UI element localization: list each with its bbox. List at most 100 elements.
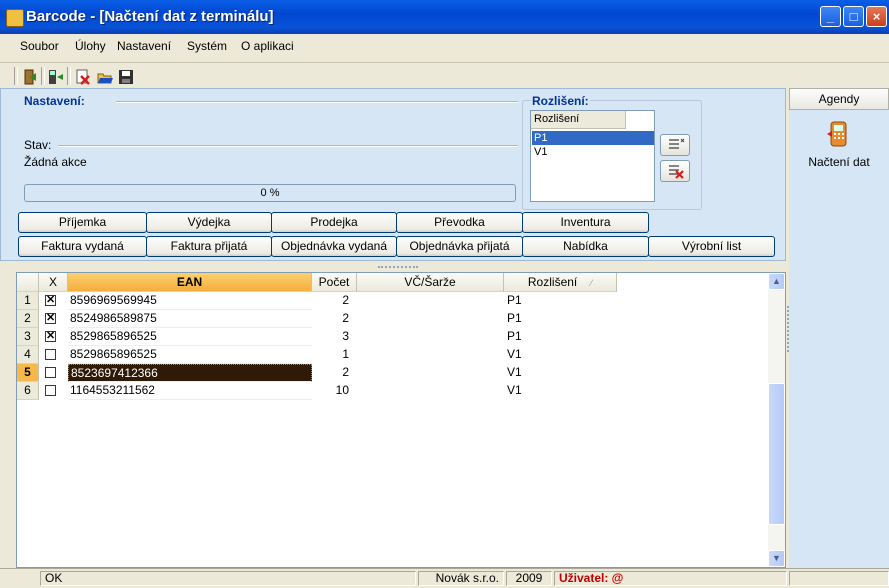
inventura-button[interactable]: Inventura bbox=[522, 212, 649, 233]
table-row[interactable]: 4 8529865896525 1 V1 bbox=[17, 346, 769, 364]
table-row[interactable]: 3 ✕ 8529865896525 3 P1 bbox=[17, 328, 769, 346]
cell-sarze[interactable] bbox=[357, 364, 504, 382]
cell-sarze[interactable] bbox=[357, 346, 504, 364]
splitter[interactable] bbox=[0, 261, 786, 272]
objednavka-vydana-button[interactable]: Objednávka vydaná bbox=[271, 236, 397, 257]
import-button[interactable] bbox=[46, 67, 66, 87]
nacteni-dat-label[interactable]: Načtení dat bbox=[789, 155, 889, 169]
delete-button[interactable] bbox=[73, 67, 93, 87]
rozliseni-add-button[interactable] bbox=[660, 134, 690, 156]
grid-header-sarze[interactable]: VČ/Šarže bbox=[357, 273, 504, 292]
menu-system[interactable]: Systém bbox=[187, 39, 227, 53]
table-row[interactable]: 1 ✕ 8596969569945 2 P1 bbox=[17, 292, 769, 310]
cell-ean[interactable]: 1164553211562 bbox=[68, 382, 312, 400]
rozliseni-item[interactable]: V1 bbox=[532, 145, 654, 159]
cell-rozliseni[interactable]: V1 bbox=[504, 346, 617, 364]
rozliseni-remove-button[interactable] bbox=[660, 160, 690, 182]
progress-text: 0 % bbox=[260, 187, 280, 199]
cell-rozliseni[interactable]: V1 bbox=[504, 382, 617, 400]
cell-sarze[interactable] bbox=[357, 292, 504, 310]
progress-bar: 0 % bbox=[24, 184, 516, 202]
cell-rozliseni[interactable]: V1 bbox=[504, 364, 617, 382]
row-number[interactable]: 5 bbox=[17, 364, 39, 382]
vydejka-button[interactable]: Výdejka bbox=[146, 212, 272, 233]
cell-pocet[interactable]: 2 bbox=[312, 310, 357, 328]
menu-soubor[interactable]: Soubor bbox=[20, 39, 59, 53]
objednavka-prijata-button[interactable]: Objednávka přijatá bbox=[396, 236, 523, 257]
cell-rozliseni[interactable]: P1 bbox=[504, 328, 617, 346]
save-button[interactable] bbox=[116, 67, 136, 87]
row-number[interactable]: 2 bbox=[17, 310, 39, 328]
stav-value: Žádná akce bbox=[24, 155, 87, 169]
data-grid[interactable]: X EAN Počet VČ/Šarže Rozlišení ⁄ 1 ✕ 85969… bbox=[16, 272, 786, 568]
menu-ulohy[interactable]: Úlohy bbox=[75, 39, 106, 53]
open-button[interactable] bbox=[95, 67, 115, 87]
cell-sarze[interactable] bbox=[357, 328, 504, 346]
cell-pocet[interactable]: 2 bbox=[312, 292, 357, 310]
status-extra bbox=[789, 571, 889, 586]
cell-ean[interactable]: 8529865896525 bbox=[68, 346, 312, 364]
cell-rozliseni[interactable]: P1 bbox=[504, 292, 617, 310]
table-row[interactable]: 5 8523697412366 2 V1 bbox=[17, 364, 769, 382]
cell-pocet[interactable]: 2 bbox=[312, 364, 357, 382]
grid-header-x[interactable]: X bbox=[39, 273, 68, 292]
rozliseni-list[interactable]: Rozlišení P1 V1 bbox=[530, 110, 655, 202]
cell-rozliseni[interactable]: P1 bbox=[504, 310, 617, 328]
prijemka-button[interactable]: Příjemka bbox=[18, 212, 147, 233]
list-add-icon bbox=[669, 138, 685, 149]
toolbar bbox=[0, 62, 889, 89]
scroll-down-button[interactable]: ▼ bbox=[768, 550, 785, 567]
nacteni-dat-icon[interactable] bbox=[827, 121, 849, 150]
table-row[interactable]: 6 1164553211562 10 V1 bbox=[17, 382, 769, 400]
grid-header-ean[interactable]: EAN bbox=[68, 273, 312, 292]
scroll-up-button[interactable]: ▲ bbox=[768, 273, 785, 290]
cell-pocet[interactable]: 10 bbox=[312, 382, 357, 400]
divider bbox=[116, 101, 518, 103]
cell-pocet[interactable]: 1 bbox=[312, 346, 357, 364]
stav-label: Stav: bbox=[24, 138, 52, 152]
vyrobni-list-button[interactable]: Výrobní list bbox=[648, 236, 775, 257]
row-checkbox[interactable] bbox=[45, 385, 56, 396]
toolbar-separator bbox=[67, 67, 71, 85]
row-checkbox[interactable]: ✕ bbox=[45, 331, 56, 342]
grid-vertical-scrollbar[interactable]: ▲ ▼ bbox=[768, 273, 785, 567]
row-number[interactable]: 4 bbox=[17, 346, 39, 364]
exit-button[interactable] bbox=[20, 67, 40, 87]
row-checkbox[interactable]: ✕ bbox=[45, 295, 56, 306]
minimize-button[interactable]: _ bbox=[820, 6, 841, 27]
rozliseni-list-header[interactable]: Rozlišení bbox=[531, 111, 626, 129]
row-number[interactable]: 1 bbox=[17, 292, 39, 310]
checkmark-icon: ✕ bbox=[46, 294, 56, 306]
toolbar-separator bbox=[14, 67, 18, 85]
cell-sarze[interactable] bbox=[357, 310, 504, 328]
maximize-icon: □ bbox=[849, 9, 858, 24]
cell-sarze[interactable] bbox=[357, 382, 504, 400]
maximize-button[interactable]: □ bbox=[843, 6, 864, 27]
nabidka-button[interactable]: Nabídka bbox=[522, 236, 649, 257]
close-button[interactable]: × bbox=[866, 6, 887, 27]
grid-header-pocet[interactable]: Počet bbox=[312, 273, 357, 292]
title-bar[interactable]: Barcode - [Načtení dat z terminálu] _ □ … bbox=[0, 0, 889, 34]
prodejka-button[interactable]: Prodejka bbox=[271, 212, 397, 233]
grid-header-rozliseni[interactable]: Rozlišení ⁄ bbox=[504, 273, 617, 292]
cell-ean[interactable]: 8523697412366 bbox=[68, 364, 312, 382]
faktura-vydana-button[interactable]: Faktura vydaná bbox=[18, 236, 147, 257]
cell-ean[interactable]: 8524986589875 bbox=[68, 310, 312, 328]
door-exit-icon bbox=[24, 69, 36, 85]
prevodka-button[interactable]: Převodka bbox=[396, 212, 523, 233]
cell-ean[interactable]: 8529865896525 bbox=[68, 328, 312, 346]
menu-nastaveni[interactable]: Nastavení bbox=[117, 39, 171, 53]
status-state: OK bbox=[40, 571, 416, 586]
row-checkbox[interactable]: ✕ bbox=[45, 313, 56, 324]
row-checkbox[interactable] bbox=[45, 367, 56, 378]
faktura-prijata-button[interactable]: Faktura přijatá bbox=[146, 236, 272, 257]
scroll-thumb[interactable] bbox=[768, 383, 785, 525]
cell-ean[interactable]: 8596969569945 bbox=[68, 292, 312, 310]
row-number[interactable]: 6 bbox=[17, 382, 39, 400]
row-number[interactable]: 3 bbox=[17, 328, 39, 346]
menu-o-aplikaci[interactable]: O aplikaci bbox=[241, 39, 294, 53]
rozliseni-item[interactable]: P1 bbox=[532, 131, 654, 145]
cell-pocet[interactable]: 3 bbox=[312, 328, 357, 346]
table-row[interactable]: 2 ✕ 8524986589875 2 P1 bbox=[17, 310, 769, 328]
row-checkbox[interactable] bbox=[45, 349, 56, 360]
